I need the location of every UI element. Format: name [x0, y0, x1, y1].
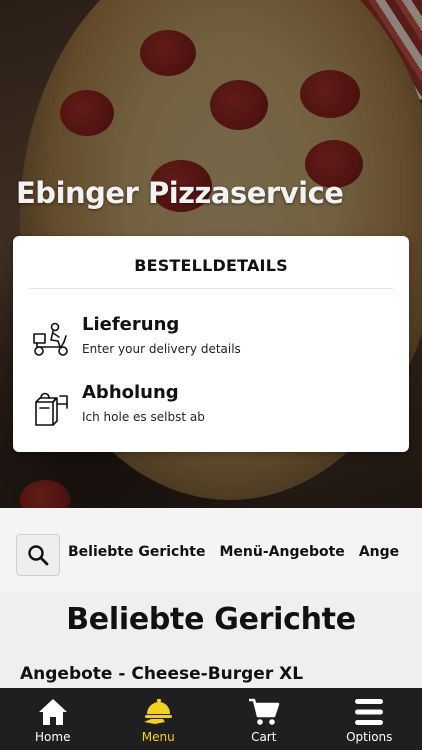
section-title: Beliebte Gerichte [66, 602, 356, 637]
order-details-card: BESTELLDETAILS Lieferung Enter your deli… [13, 236, 409, 452]
bottom-navigation: Home Menu Cart Options [0, 688, 422, 750]
delivery-scooter-icon [33, 322, 68, 356]
delivery-option[interactable]: Lieferung Enter your delivery details [31, 314, 391, 370]
category-tab-menu-offers[interactable]: Menü-Angebote [219, 544, 344, 560]
menu-dish-icon [144, 699, 173, 724]
menu-content: Beliebte Gerichte Angebote - Cheese-Burg… [0, 592, 422, 688]
nav-options-label: Options [346, 730, 393, 744]
hamburger-menu-icon [355, 699, 384, 725]
order-details-title: BESTELLDETAILS [134, 256, 288, 275]
search-button[interactable] [16, 534, 60, 576]
delivery-subtitle: Enter your delivery details [82, 342, 241, 356]
takeaway-bag-icon [35, 392, 68, 426]
nav-options[interactable]: Options [317, 688, 422, 750]
pickup-label: Abholung [82, 382, 179, 403]
category-tabs: Beliebte Gerichte Menü-Angebote Ange [68, 544, 413, 560]
cart-icon [248, 698, 280, 725]
nav-home[interactable]: Home [0, 688, 106, 750]
divider [29, 288, 393, 289]
menu-item-title[interactable]: Angebote - Cheese-Burger XL [20, 664, 303, 684]
nav-home-label: Home [35, 730, 71, 744]
search-icon [28, 545, 49, 566]
category-bar: Beliebte Gerichte Menü-Angebote Ange [0, 508, 422, 592]
restaurant-name: Ebinger Pizzaservice [16, 176, 344, 210]
pickup-subtitle: Ich hole es selbst ab [82, 410, 205, 424]
category-tab-offers[interactable]: Ange [359, 544, 399, 560]
nav-cart[interactable]: Cart [211, 688, 317, 750]
category-tab-popular[interactable]: Beliebte Gerichte [68, 544, 205, 560]
nav-cart-label: Cart [251, 730, 277, 744]
nav-menu-label: Menu [141, 730, 175, 744]
home-icon [38, 699, 67, 725]
nav-menu[interactable]: Menu [106, 688, 212, 750]
pickup-option[interactable]: Abholung Ich hole es selbst ab [31, 382, 391, 438]
delivery-label: Lieferung [82, 314, 180, 335]
